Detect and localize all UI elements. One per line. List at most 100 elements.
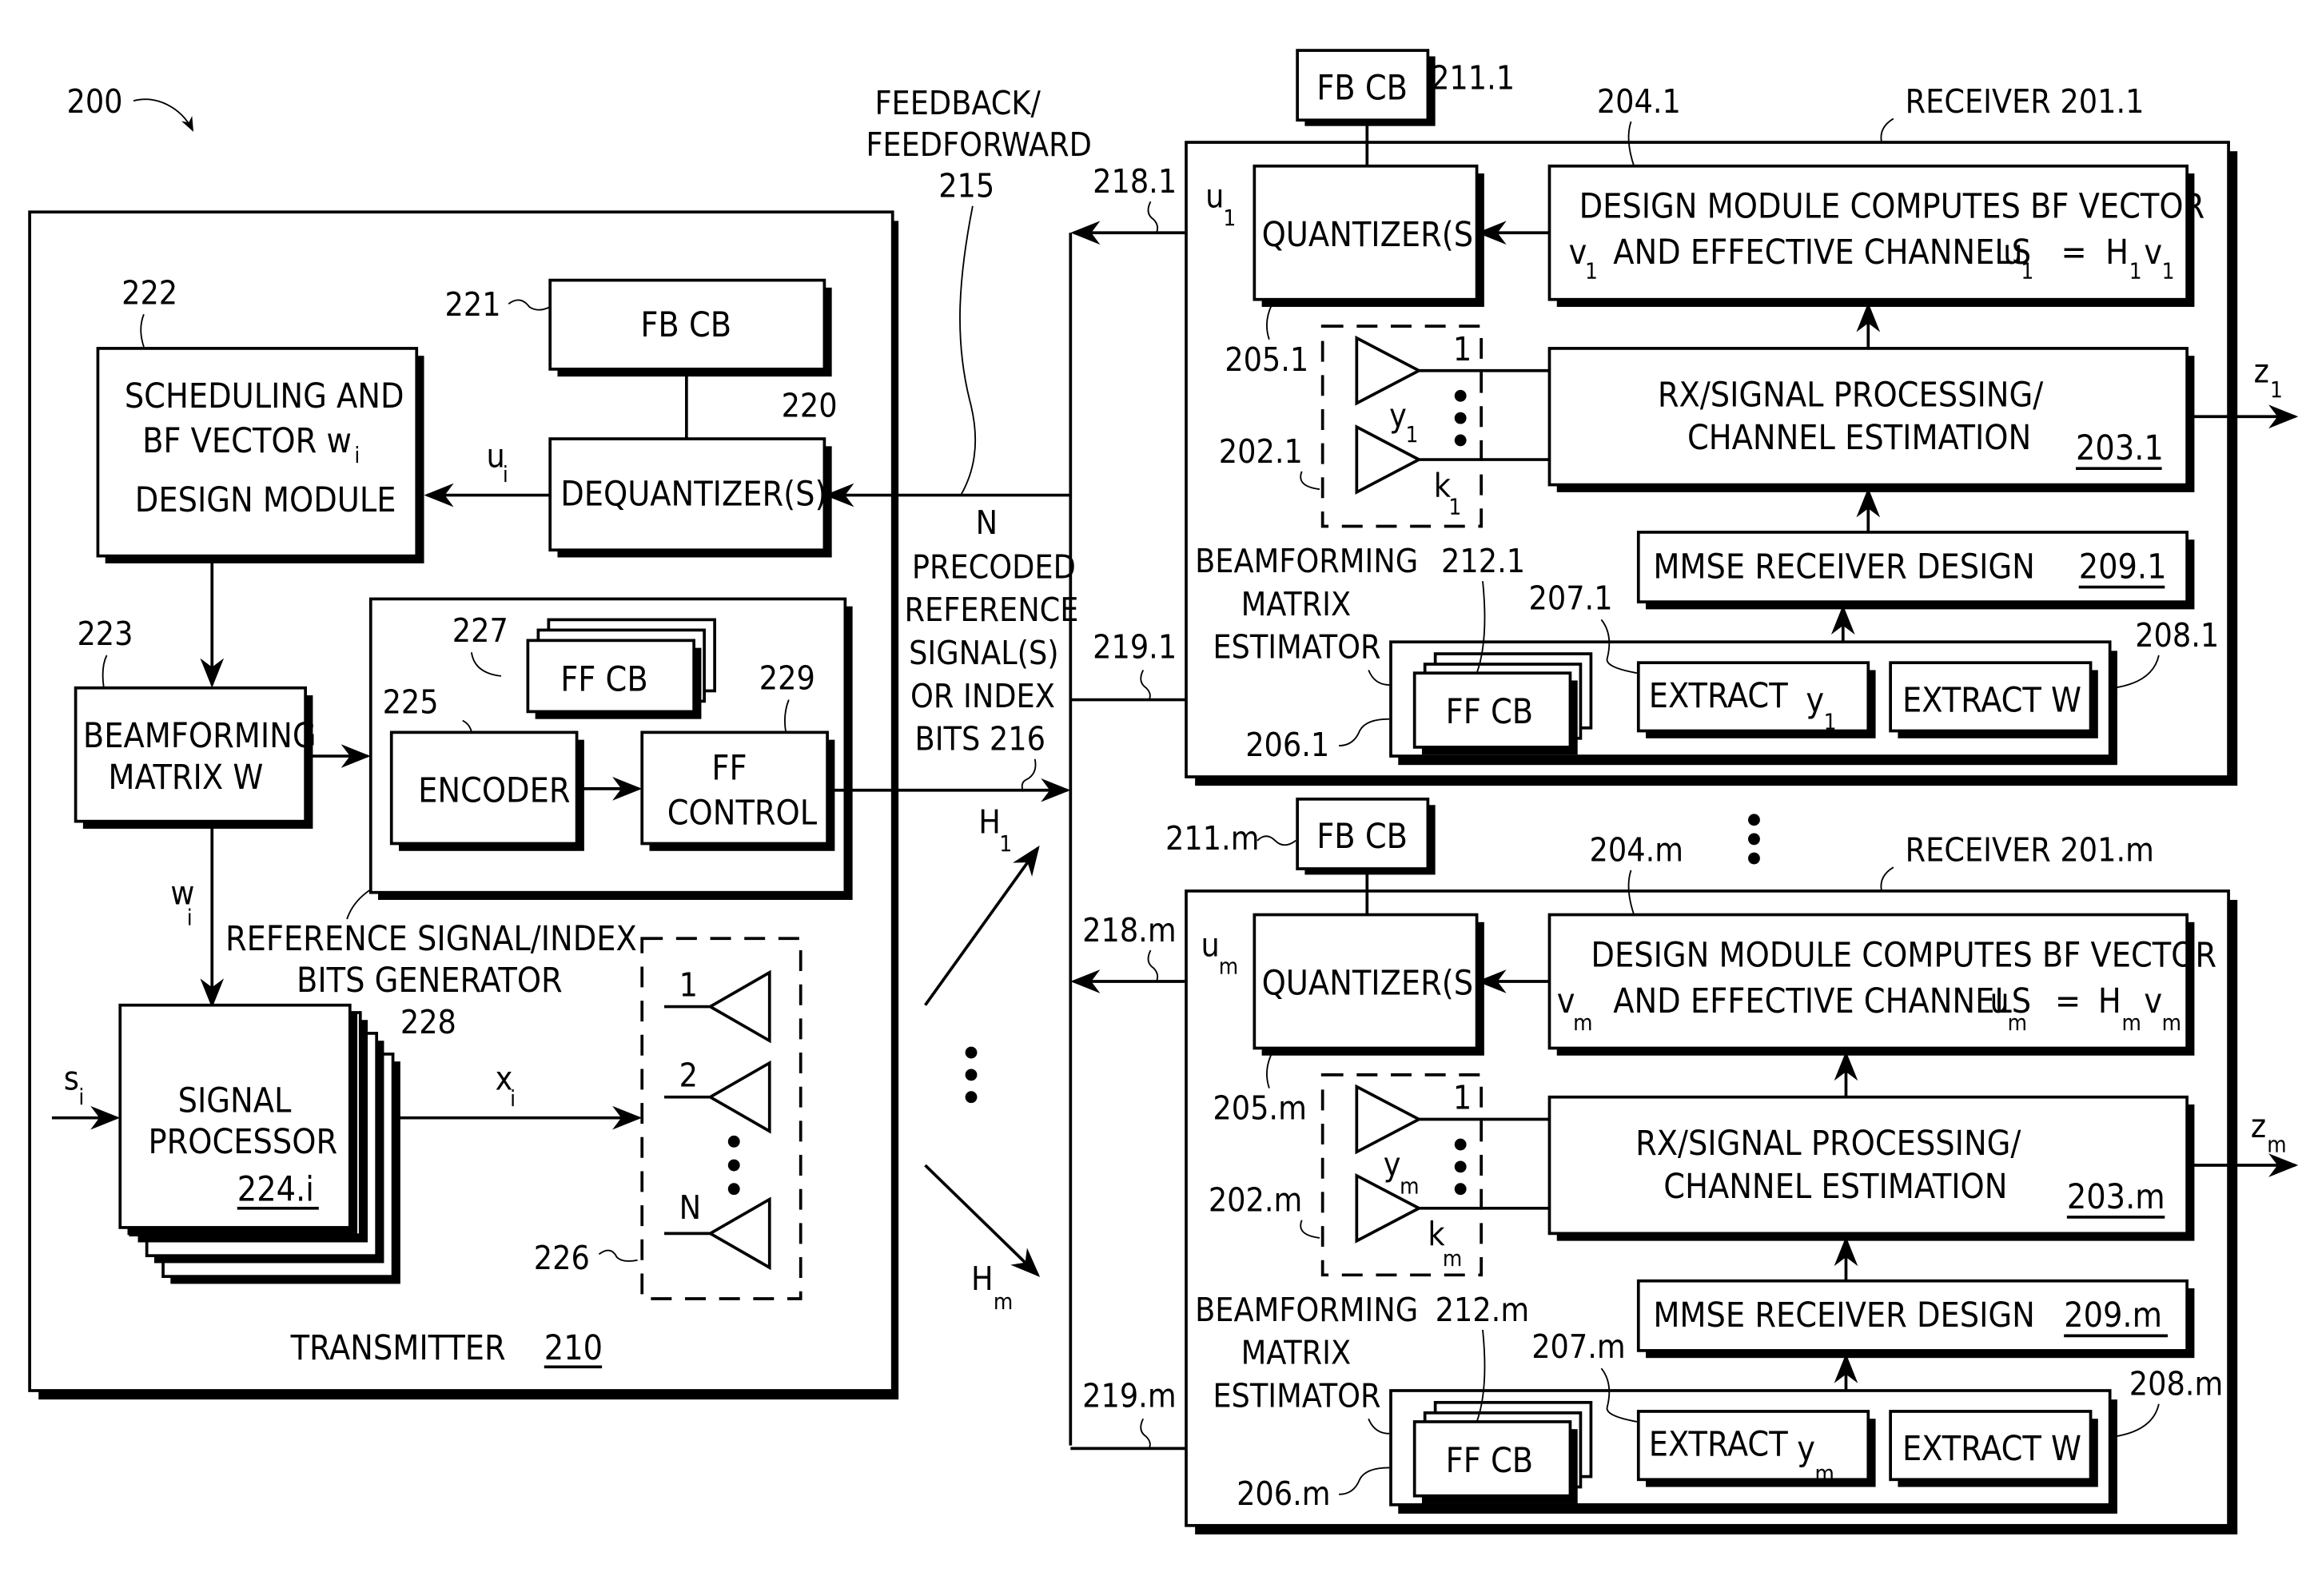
ellipsis-dot (1454, 412, 1467, 424)
label-text: 203.m (2067, 1177, 2165, 1217)
label-text: 218.m (1082, 911, 1176, 949)
label-text: DESIGN MODULE COMPUTES BF VECTOR (1579, 187, 2205, 227)
label-text: MATRIX W (108, 758, 263, 798)
label-text: AND EFFECTIVE CHANNELS (1613, 981, 2031, 1021)
label-text: 229 (759, 659, 815, 698)
label-text: 205.1 (1225, 340, 1308, 379)
label-text: = (2061, 233, 2086, 273)
label-text: FEEDFORWARD (866, 125, 1092, 164)
receiver-m: 218.m 219.m RECEIVER 201.m 211.m FB CB u… (1070, 797, 2299, 1534)
system-diagram: 200 TRANSMITTER 210 221 FB CB 220 DEQUAN… (28, 49, 2299, 1534)
label-text: 207.m (1531, 1327, 1625, 1366)
label-text: 212.m (1436, 1291, 1529, 1329)
signal-arrow (924, 846, 1040, 1006)
label-text: 208.1 (2135, 616, 2219, 655)
label-text: 1 (1453, 330, 1472, 368)
label-text: SCHEDULING AND (125, 376, 404, 416)
label-text: BITS 216 (915, 720, 1045, 758)
label-text: y (1806, 680, 1824, 720)
label-text: RECEIVER 201.1 (1906, 82, 2145, 121)
label-text: m (1443, 1245, 1462, 1272)
ellipsis-dot (1748, 833, 1760, 846)
label-text: 204.1 (1597, 82, 1681, 121)
label-text: OR INDEX (910, 677, 1055, 715)
label-text: 1 (1406, 421, 1419, 448)
transmitter-title: TRANSMITTER (290, 1328, 506, 1368)
label-text: FB CB (640, 305, 731, 345)
label-text: z (2254, 352, 2269, 391)
label-text: 220 (782, 386, 838, 424)
label-text: = (2055, 981, 2081, 1021)
label-text: m (1400, 1172, 1419, 1199)
label-text: FF CB (1446, 692, 1533, 732)
leader-line (1257, 835, 1296, 846)
label-text: m (2162, 1009, 2181, 1036)
label-text: N (976, 503, 998, 542)
label-text: 209.1 (2079, 547, 2167, 587)
label-text: 204.m (1590, 831, 1683, 870)
label-text: BEAMFORMING (83, 716, 317, 756)
label-text: 219.m (1082, 1376, 1176, 1415)
label-text: 222 (121, 273, 177, 312)
label-text: MATRIX (1241, 585, 1351, 623)
label-text: CHANNEL ESTIMATION (1687, 418, 2031, 458)
label-text: DEQUANTIZER(S) (560, 475, 826, 515)
label-text: i (78, 1084, 84, 1110)
label-text: H (978, 803, 1001, 842)
label-text: H (2098, 981, 2121, 1021)
label-text: 2 (679, 1057, 698, 1095)
label-text: 224.i (237, 1170, 314, 1210)
label-text: BITS GENERATOR (297, 961, 563, 1001)
label-text: m (1573, 1009, 1592, 1036)
label-text: 207.1 (1529, 579, 1613, 617)
label-text: EXTRACT (1649, 1425, 1788, 1465)
label-text: 227 (452, 611, 508, 650)
label-text: 1 (1585, 258, 1598, 285)
label-text: 1 (1824, 709, 1837, 735)
label-text: PROCESSOR (149, 1122, 338, 1162)
leader-line (1880, 117, 1894, 143)
label-text: v (2144, 233, 2162, 273)
ellipsis-dot (965, 1046, 978, 1059)
label-text: 1 (1448, 494, 1461, 520)
label-text: 206.1 (1245, 726, 1329, 764)
label-text: BEAMFORMING (1195, 1291, 1418, 1329)
label-text: i (187, 905, 193, 931)
ellipsis-dot (1454, 1160, 1467, 1173)
label-text: v (2144, 981, 2162, 1021)
label-text: MMSE RECEIVER DESIGN (1653, 547, 2035, 587)
label-text: QUANTIZER(S) (1262, 964, 1486, 1004)
label-text: u (1205, 177, 1224, 216)
label-text: 219.1 (1093, 628, 1177, 667)
transmitter-ref: 210 (544, 1328, 603, 1368)
leader-line (1140, 670, 1151, 700)
label-text: m (2122, 1009, 2141, 1036)
label-text: 206.m (1237, 1475, 1330, 1513)
label-text: 1 (999, 830, 1012, 857)
ellipsis-dot (1454, 1138, 1467, 1151)
ellipsis-dot (1454, 389, 1467, 402)
label-text: m (1219, 953, 1238, 980)
label-text: EXTRACT W (1902, 680, 2081, 720)
label-text: u (1201, 925, 1220, 964)
label-text: y (1389, 396, 1407, 435)
ellipsis-dot (965, 1069, 978, 1081)
label-text: 1 (679, 966, 698, 1005)
leader-line (1147, 949, 1159, 982)
label-text: 208.m (2129, 1365, 2223, 1403)
label-text: REFERENCE (905, 591, 1079, 629)
label-text: u (2003, 233, 2022, 273)
label-text: AND EFFECTIVE CHANNELS (1613, 233, 2031, 273)
label-text: MATRIX (1241, 1334, 1351, 1372)
label-text: FF CB (1446, 1441, 1533, 1481)
label-text: 221 (445, 285, 501, 324)
label-text: FF (711, 749, 747, 789)
label-text: m (994, 1288, 1013, 1315)
tx-signal-processor-block: SIGNAL PROCESSOR 224.i (118, 1003, 400, 1284)
label-text: 1 (2129, 258, 2142, 285)
label-text: z (2251, 1107, 2266, 1145)
label-text: i (503, 461, 508, 488)
label-text: BF VECTOR w (142, 421, 352, 461)
leader-line (1140, 1418, 1151, 1449)
label-text: DESIGN MODULE COMPUTES BF VECTOR (1591, 935, 2216, 975)
